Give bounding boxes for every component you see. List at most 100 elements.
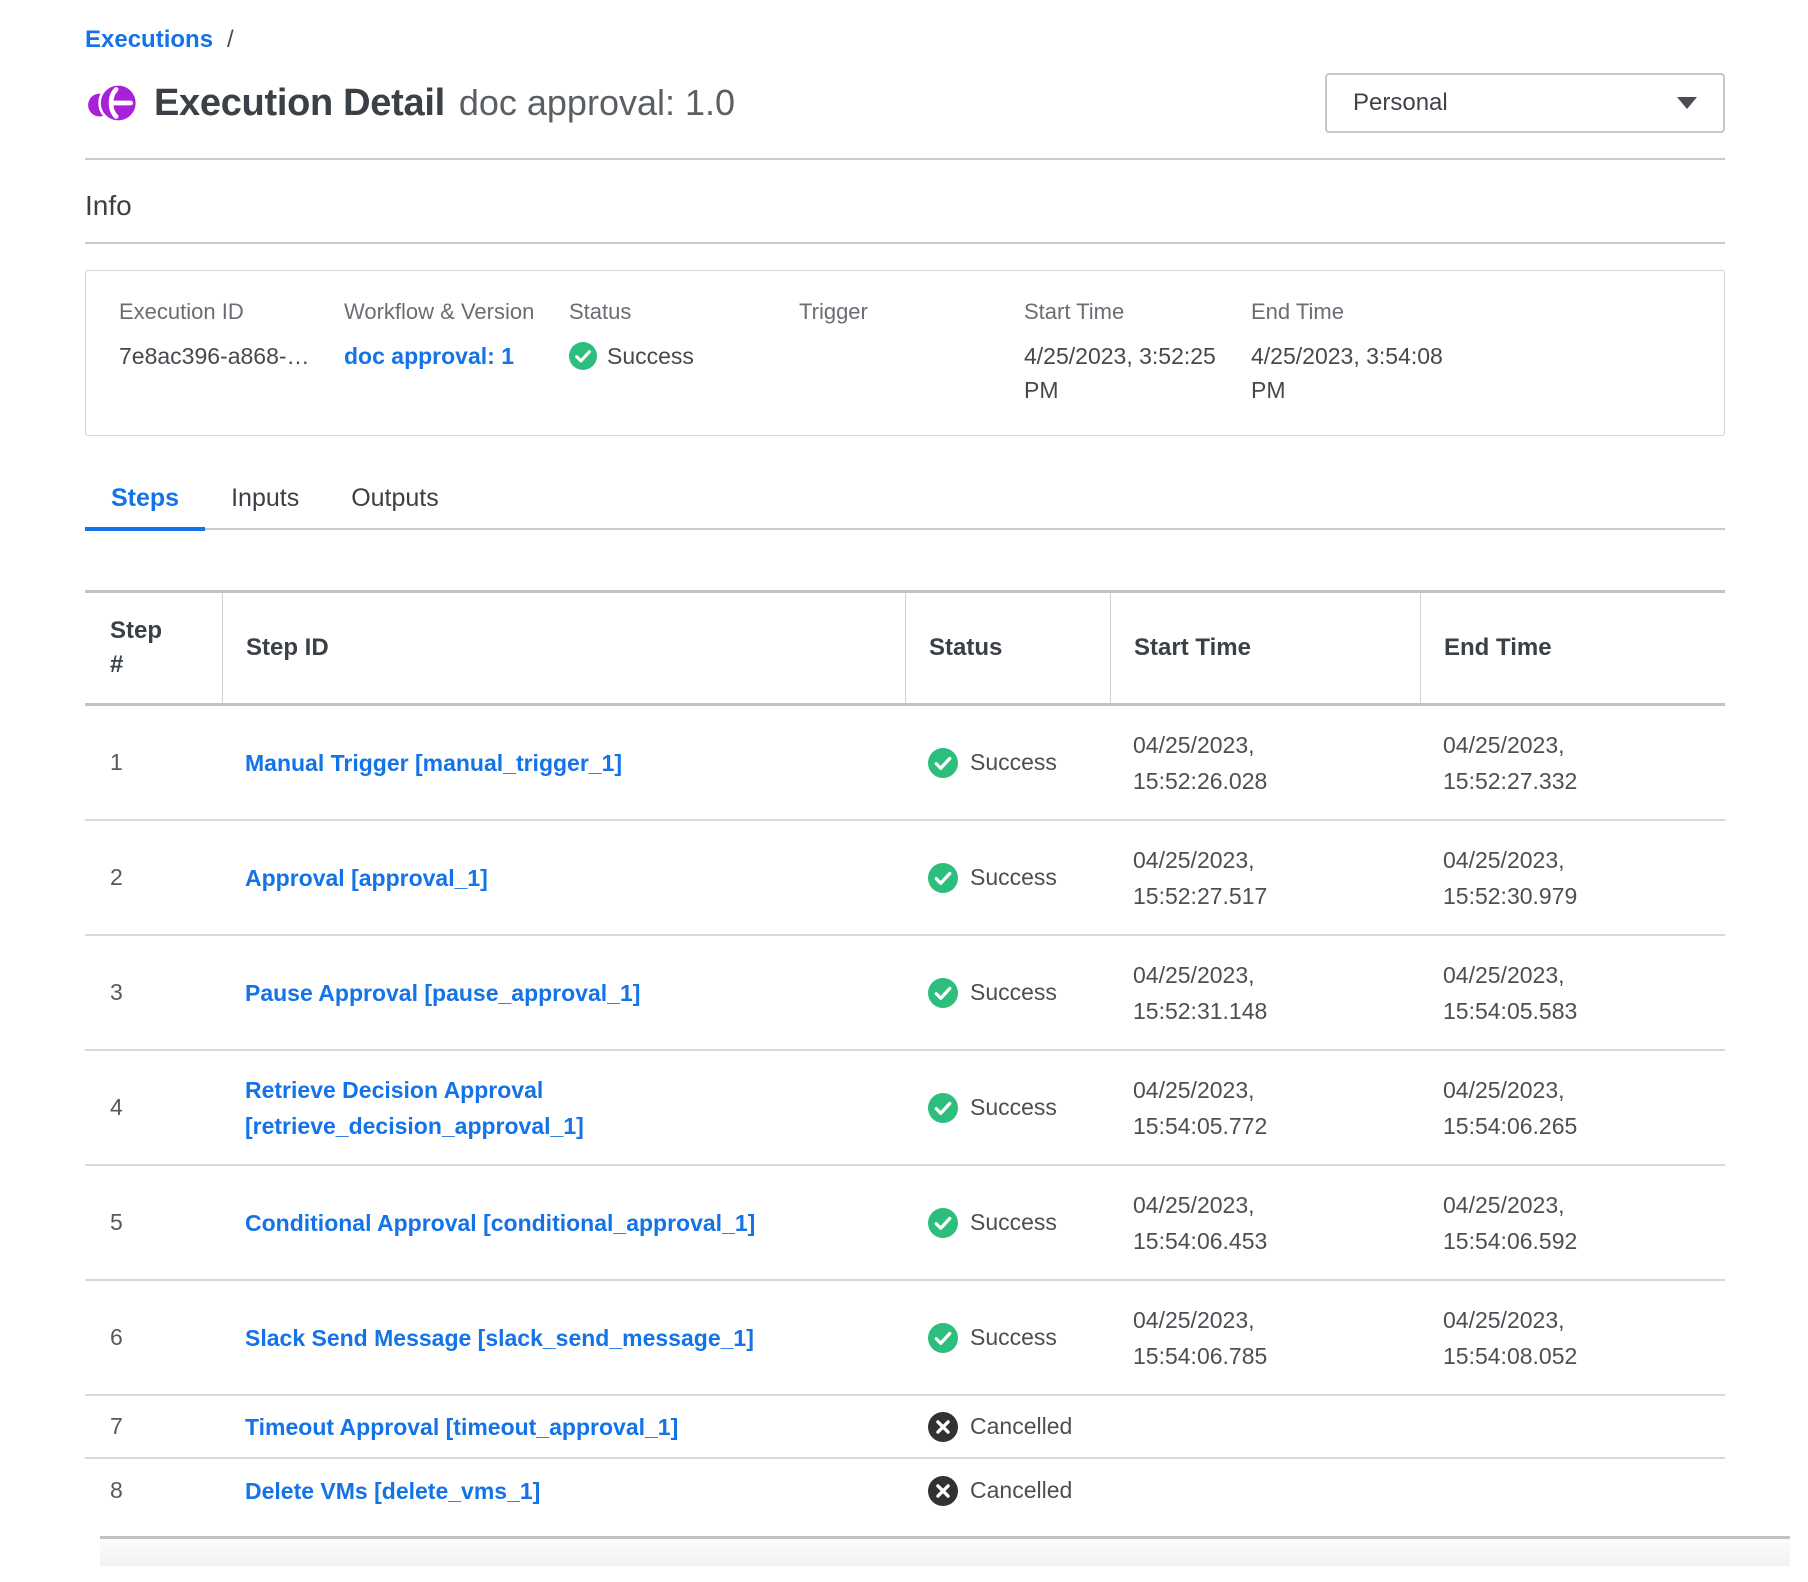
check-circle-icon [928, 1208, 958, 1238]
table-row: 5 Conditional Approval [conditional_appr… [85, 1166, 1725, 1281]
status-label: Success [970, 1209, 1057, 1236]
step-number: 1 [85, 749, 222, 776]
start-time: 04/25/2023, 15:52:26.028 [1133, 727, 1333, 799]
tab-outputs[interactable]: Outputs [325, 484, 465, 531]
table-row: 6 Slack Send Message [slack_send_message… [85, 1281, 1725, 1396]
workflow-link[interactable]: doc approval: 1 [344, 339, 569, 373]
status-cell: Success [905, 978, 1110, 1008]
tab-steps[interactable]: Steps [85, 484, 205, 531]
table-row: 1 Manual Trigger [manual_trigger_1] Succ… [85, 706, 1725, 821]
step-link[interactable]: Manual Trigger [manual_trigger_1] [245, 745, 622, 781]
end-time: 04/25/2023, 15:54:06.592 [1443, 1187, 1643, 1259]
breadcrumb: Executions / [85, 26, 1725, 54]
table-row: 7 Timeout Approval [timeout_approval_1] … [85, 1396, 1725, 1459]
step-link[interactable]: Pause Approval [pause_approval_1] [245, 975, 640, 1011]
end-time-field: End Time 4/25/2023, 3:54:08 PM [1251, 299, 1704, 407]
status-cell: Success [905, 1323, 1110, 1353]
check-circle-icon [569, 342, 597, 370]
table-row: 2 Approval [approval_1] Success 04/25/20… [85, 821, 1725, 936]
start-time-value: 4/25/2023, 3:52:25 PM [1024, 339, 1251, 407]
step-number: 3 [85, 979, 222, 1006]
breadcrumb-executions-link[interactable]: Executions [85, 26, 213, 54]
end-time: 04/25/2023, 15:54:08.052 [1443, 1302, 1643, 1374]
status-cell: Success [905, 863, 1110, 893]
steps-table: Step # Step ID Status Start Time End Tim… [85, 590, 1725, 1522]
status-label: Cancelled [970, 1413, 1072, 1440]
step-link[interactable]: Conditional Approval [conditional_approv… [245, 1205, 755, 1241]
workspace-select-value: Personal [1353, 89, 1448, 117]
table-row: 8 Delete VMs [delete_vms_1] Cancelled [85, 1459, 1725, 1522]
workflow-version-field: Workflow & Version doc approval: 1 [344, 299, 569, 407]
check-circle-icon [928, 1323, 958, 1353]
step-number: 7 [85, 1413, 222, 1440]
status-cell: Cancelled [905, 1412, 1110, 1442]
step-link[interactable]: Retrieve Decision Approval [retrieve_dec… [245, 1072, 865, 1144]
x-circle-icon [928, 1476, 958, 1506]
status-label: Cancelled [970, 1477, 1072, 1504]
column-header-end-time: End Time [1420, 593, 1725, 703]
divider [85, 158, 1725, 160]
start-time: 04/25/2023, 15:54:05.772 [1133, 1072, 1333, 1144]
step-link[interactable]: Slack Send Message [slack_send_message_1… [245, 1320, 754, 1356]
status-label: Success [970, 749, 1057, 776]
status-label: Success [970, 1094, 1057, 1121]
step-link[interactable]: Approval [approval_1] [245, 860, 488, 896]
execution-detail-page: Executions / Execution Detail doc approv… [0, 0, 1808, 1566]
end-time-value: 4/25/2023, 3:54:08 PM [1251, 339, 1483, 407]
info-section-heading: Info [85, 190, 1725, 222]
divider [100, 1536, 1790, 1566]
column-header-step-number: Step # [85, 593, 222, 703]
steps-table-header: Step # Step ID Status Start Time End Tim… [85, 590, 1725, 706]
field-label: Execution ID [119, 299, 344, 325]
chevron-down-icon [1677, 97, 1697, 109]
status-label: Success [970, 1324, 1057, 1351]
breadcrumb-separator: / [227, 26, 234, 54]
status-cell: Success [905, 748, 1110, 778]
end-time: 04/25/2023, 15:52:27.332 [1443, 727, 1643, 799]
start-time: 04/25/2023, 15:52:31.148 [1133, 957, 1333, 1029]
table-row: 3 Pause Approval [pause_approval_1] Succ… [85, 936, 1725, 1051]
status-cell: Success [905, 1208, 1110, 1238]
step-link[interactable]: Timeout Approval [timeout_approval_1] [245, 1409, 678, 1445]
tab-inputs[interactable]: Inputs [205, 484, 325, 531]
start-time: 04/25/2023, 15:52:27.517 [1133, 842, 1333, 914]
execution-id-value: 7e8ac396-a868-… [119, 339, 344, 373]
check-circle-icon [928, 748, 958, 778]
step-number: 8 [85, 1477, 222, 1504]
step-number: 6 [85, 1324, 222, 1351]
page-header: Execution Detail doc approval: 1.0 Perso… [85, 72, 1725, 134]
table-row: 4 Retrieve Decision Approval [retrieve_d… [85, 1051, 1725, 1166]
trigger-field: Trigger [799, 299, 1024, 407]
page-title: Execution Detail [154, 82, 445, 125]
step-link[interactable]: Delete VMs [delete_vms_1] [245, 1473, 540, 1509]
workspace-select[interactable]: Personal [1325, 73, 1725, 133]
divider [85, 242, 1725, 244]
field-label: End Time [1251, 299, 1704, 325]
check-circle-icon [928, 978, 958, 1008]
execution-id-field: Execution ID 7e8ac396-a868-… [119, 299, 344, 407]
field-label: Start Time [1024, 299, 1251, 325]
step-number: 4 [85, 1094, 222, 1121]
start-time-field: Start Time 4/25/2023, 3:52:25 PM [1024, 299, 1251, 407]
field-label: Workflow & Version [344, 299, 569, 325]
status-label: Success [607, 339, 694, 373]
field-label: Status [569, 299, 799, 325]
column-header-start-time: Start Time [1110, 593, 1420, 703]
status-label: Success [970, 864, 1057, 891]
step-number: 5 [85, 1209, 222, 1236]
check-circle-icon [928, 1093, 958, 1123]
workflow-brand-icon [85, 76, 139, 130]
end-time: 04/25/2023, 15:52:30.979 [1443, 842, 1643, 914]
status-value: Success [569, 339, 799, 373]
status-cell: Cancelled [905, 1476, 1110, 1506]
column-header-step-id: Step ID [222, 593, 905, 703]
status-field: Status Success [569, 299, 799, 407]
end-time: 04/25/2023, 15:54:06.265 [1443, 1072, 1643, 1144]
status-cell: Success [905, 1093, 1110, 1123]
start-time: 04/25/2023, 15:54:06.453 [1133, 1187, 1333, 1259]
execution-info-card: Execution ID 7e8ac396-a868-… Workflow & … [85, 270, 1725, 436]
end-time: 04/25/2023, 15:54:05.583 [1443, 957, 1643, 1029]
start-time: 04/25/2023, 15:54:06.785 [1133, 1302, 1333, 1374]
x-circle-icon [928, 1412, 958, 1442]
page-subtitle: doc approval: 1.0 [459, 82, 735, 124]
